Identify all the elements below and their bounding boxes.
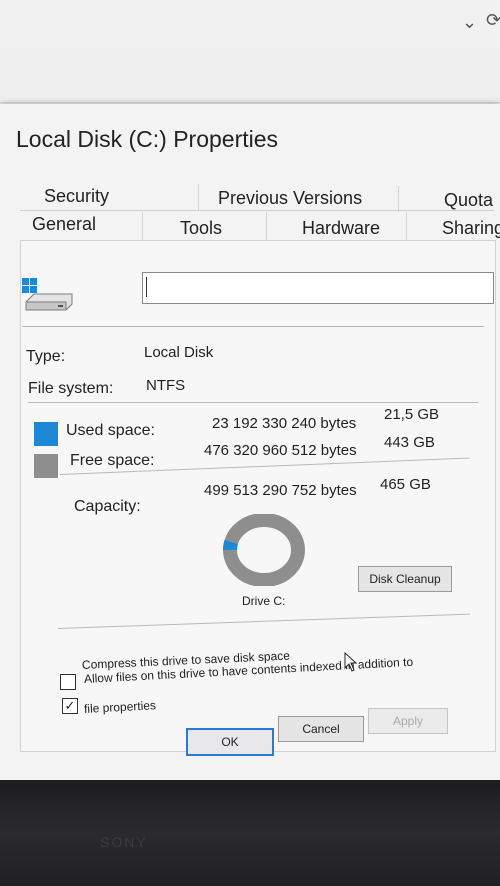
drive-label: Drive C: — [242, 594, 286, 608]
screen: ⌄ ⟳ Local Disk (C:) Properties Security … — [0, 0, 500, 800]
tab-hardware[interactable]: Hardware — [302, 218, 380, 239]
dialog-title: Local Disk (C:) Properties — [16, 126, 279, 152]
capacity-bytes: 499 513 290 752 bytes — [204, 482, 357, 499]
cancel-button[interactable]: Cancel — [278, 716, 364, 742]
drive-icon — [22, 278, 73, 311]
used-space-swatch — [34, 422, 58, 446]
apply-button[interactable]: Apply — [368, 708, 448, 734]
text-caret — [146, 277, 147, 297]
type-value: Local Disk — [144, 344, 214, 361]
capacity-gb: 465 GB — [380, 476, 431, 493]
tab-divider — [142, 212, 143, 240]
divider — [28, 402, 478, 403]
ok-button[interactable]: OK — [186, 728, 274, 756]
used-space-bytes: 23 192 330 240 bytes — [212, 415, 357, 432]
free-space-bytes: 476 320 960 512 bytes — [204, 442, 357, 459]
free-space-swatch — [34, 454, 58, 478]
check-mark-icon: ✓ — [64, 698, 76, 713]
drive-name-input[interactable] — [142, 272, 494, 304]
chevron-down-icon[interactable]: ⌄ — [462, 12, 477, 33]
free-space-gb: 443 GB — [384, 434, 435, 451]
tab-divider — [266, 212, 267, 240]
disk-cleanup-button[interactable]: Disk Cleanup — [358, 566, 452, 592]
used-space-label: Used space: — [66, 422, 155, 439]
tab-row-divider — [20, 210, 494, 211]
donut-used-segment — [223, 539, 238, 551]
tab-general[interactable]: General — [32, 214, 96, 235]
tab-sharing[interactable]: Sharing — [442, 218, 500, 239]
monitor-bezel — [0, 780, 500, 886]
free-space-label: Free space: — [70, 452, 155, 469]
tab-tools[interactable]: Tools — [180, 218, 222, 239]
tab-quota[interactable]: Quota — [444, 190, 493, 211]
mouse-pointer-icon — [344, 652, 358, 672]
tab-divider — [198, 184, 199, 210]
tab-divider — [406, 212, 407, 240]
divider — [22, 326, 484, 327]
type-label: Type: — [26, 348, 66, 365]
monitor-brand-logo: SONY — [100, 834, 148, 850]
index-checkbox[interactable]: ✓ — [62, 698, 78, 714]
compress-checkbox[interactable] — [60, 674, 76, 690]
file-system-value: NTFS — [146, 377, 186, 394]
tab-previous-versions[interactable]: Previous Versions — [218, 188, 362, 209]
tab-divider — [398, 186, 399, 212]
used-space-gb: 21,5 GB — [384, 406, 440, 423]
explorer-toolbar — [0, 48, 500, 103]
properties-dialog: Local Disk (C:) Properties Security Prev… — [0, 104, 500, 780]
tab-security[interactable]: Security — [44, 186, 109, 207]
explorer-address-bar: ⌄ ⟳ — [0, 0, 500, 49]
capacity-label: Capacity: — [74, 498, 141, 515]
donut-free-segment — [223, 514, 305, 586]
disk-usage-donut — [223, 514, 305, 586]
refresh-icon[interactable]: ⟳ — [486, 10, 500, 31]
file-system-label: File system: — [28, 380, 114, 397]
